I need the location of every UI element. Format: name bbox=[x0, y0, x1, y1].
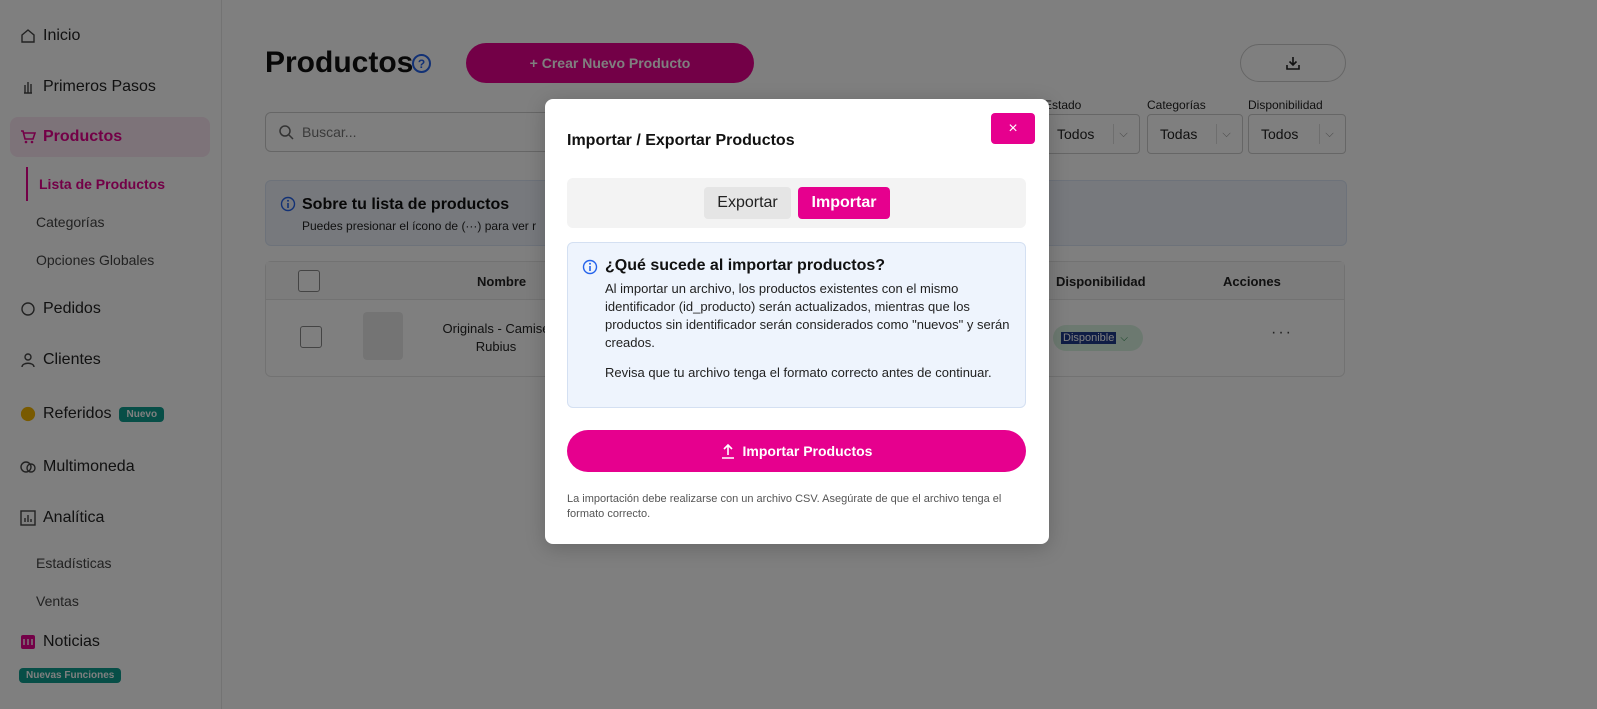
info-icon bbox=[582, 259, 598, 275]
import-export-modal: Importar / Exportar Productos × Exportar… bbox=[545, 99, 1049, 544]
import-info-note: Revisa que tu archivo tenga el formato c… bbox=[605, 365, 992, 380]
import-info-title: ¿Qué sucede al importar productos? bbox=[605, 257, 886, 274]
close-button[interactable]: × bbox=[991, 113, 1035, 144]
import-products-button[interactable]: Importar Productos bbox=[567, 430, 1026, 472]
tab-import[interactable]: Importar bbox=[798, 187, 890, 219]
close-icon: × bbox=[1008, 119, 1018, 137]
modal-tabs: Exportar Importar bbox=[567, 178, 1026, 228]
import-footnote: La importación debe realizarse con un ar… bbox=[567, 493, 1002, 520]
upload-icon bbox=[721, 443, 734, 459]
modal-title: Importar / Exportar Productos bbox=[567, 132, 795, 149]
import-products-label: Importar Productos bbox=[742, 443, 873, 459]
tab-export[interactable]: Exportar bbox=[704, 187, 791, 219]
import-info-box: ¿Qué sucede al importar productos? Al im… bbox=[567, 242, 1026, 408]
import-info-text: Al importar un archivo, los productos ex… bbox=[605, 281, 1010, 350]
